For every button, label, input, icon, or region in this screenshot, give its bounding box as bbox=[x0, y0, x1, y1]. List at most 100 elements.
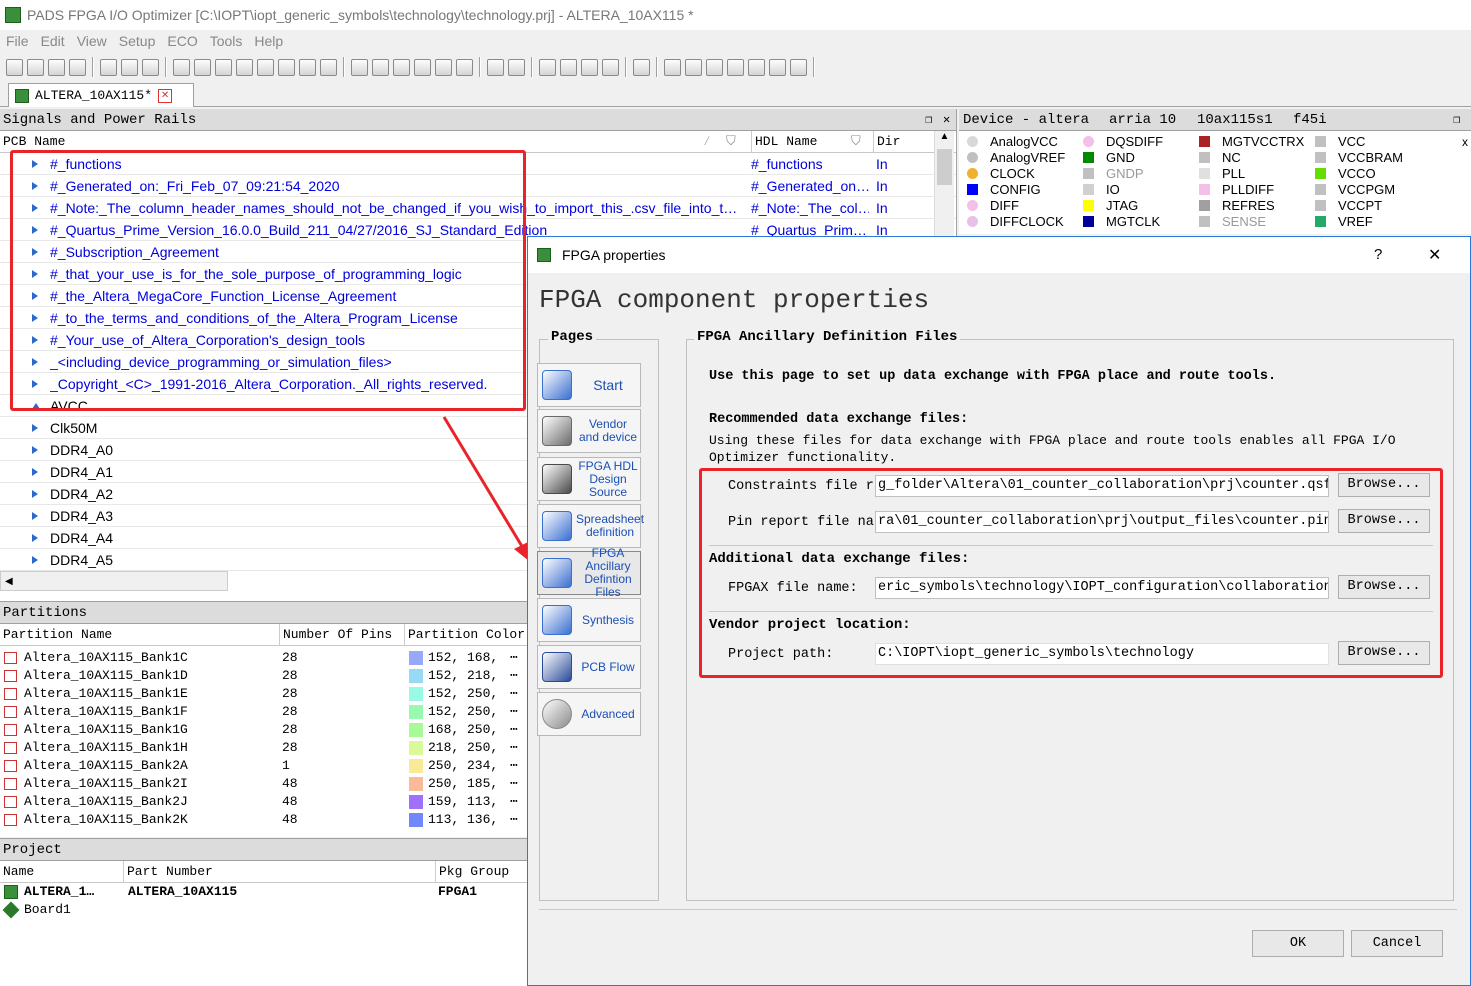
expand-icon[interactable] bbox=[32, 446, 38, 454]
toolbar-button-icon[interactable] bbox=[142, 58, 159, 76]
ok-button[interactable]: OK bbox=[1252, 930, 1344, 957]
partition-row[interactable]: Altera_10AX115_Bank1H 28 218, 250, ⋯ bbox=[0, 739, 527, 757]
scroll-up-icon[interactable]: ▲ bbox=[935, 131, 954, 149]
toolbar-button-icon[interactable] bbox=[727, 58, 744, 76]
toolbar-button-icon[interactable] bbox=[706, 58, 723, 76]
partition-row[interactable]: Altera_10AX115_Bank1F 28 152, 250, ⋯ bbox=[0, 703, 527, 721]
expand-icon[interactable] bbox=[32, 424, 38, 432]
float-icon[interactable]: ❐ bbox=[925, 109, 932, 131]
toolbar-button-icon[interactable] bbox=[487, 58, 504, 76]
toolbar-button-icon[interactable] bbox=[748, 58, 765, 76]
toolbar-button-icon[interactable] bbox=[685, 58, 702, 76]
toolbar-button-icon[interactable] bbox=[664, 58, 681, 76]
toolbar-button-icon[interactable] bbox=[6, 58, 23, 76]
close-panel-icon[interactable]: ✕ bbox=[943, 109, 950, 131]
col-dir[interactable]: Dir bbox=[873, 131, 900, 153]
page-button[interactable]: FPGA HDL Design Source bbox=[537, 457, 641, 501]
toolbar-button-icon[interactable] bbox=[215, 58, 232, 76]
page-button[interactable]: Synthesis bbox=[537, 598, 641, 642]
menu-help[interactable]: Help bbox=[248, 33, 289, 49]
toolbar-button-icon[interactable] bbox=[508, 58, 525, 76]
menu-edit[interactable]: Edit bbox=[35, 33, 71, 49]
toolbar-button-icon[interactable] bbox=[27, 58, 44, 76]
vertical-scrollbar[interactable]: ▲ bbox=[934, 131, 954, 241]
toolbar-button-icon[interactable] bbox=[769, 58, 786, 76]
toolbar-button-icon[interactable] bbox=[581, 58, 598, 76]
expand-icon[interactable] bbox=[32, 556, 38, 564]
col-pkg-group[interactable]: Pkg Group bbox=[435, 861, 509, 883]
filter-icon[interactable]: ⛉ bbox=[726, 131, 736, 153]
more-icon[interactable]: ⋯ bbox=[510, 757, 518, 775]
menu-view[interactable]: View bbox=[71, 33, 113, 49]
page-button[interactable]: FPGA Ancillary Defintion Files bbox=[537, 547, 641, 599]
partition-row[interactable]: Altera_10AX115_Bank1D 28 152, 218, ⋯ bbox=[0, 667, 527, 685]
toolbar-button-icon[interactable] bbox=[435, 58, 452, 76]
col-part-number[interactable]: Part Number bbox=[123, 861, 213, 883]
toolbar-button-icon[interactable] bbox=[320, 58, 337, 76]
more-icon[interactable]: ⋯ bbox=[510, 685, 518, 703]
toolbar-button-icon[interactable] bbox=[278, 58, 295, 76]
toolbar-button-icon[interactable] bbox=[633, 58, 650, 76]
col-name[interactable]: Name bbox=[3, 861, 34, 883]
horizontal-scrollbar[interactable]: ◀ bbox=[0, 571, 228, 591]
toolbar-button-icon[interactable] bbox=[100, 58, 117, 76]
page-button[interactable]: PCB Flow bbox=[537, 645, 641, 689]
more-icon[interactable]: ⋯ bbox=[510, 739, 518, 757]
toolbar-button-icon[interactable] bbox=[602, 58, 619, 76]
more-icon[interactable]: ⋯ bbox=[510, 811, 518, 829]
scroll-thumb[interactable] bbox=[937, 149, 952, 185]
toolbar-button-icon[interactable] bbox=[173, 58, 190, 76]
more-icon[interactable]: ⋯ bbox=[510, 775, 518, 793]
expand-icon[interactable] bbox=[32, 534, 38, 542]
toolbar-button-icon[interactable] bbox=[121, 58, 138, 76]
partition-row[interactable]: Altera_10AX115_Bank1G 28 168, 250, ⋯ bbox=[0, 721, 527, 739]
close-tab-icon[interactable]: ✕ bbox=[158, 88, 173, 103]
document-tab[interactable]: ALTERA_10AX115* ✕ bbox=[8, 83, 194, 107]
more-icon[interactable]: ⋯ bbox=[510, 703, 518, 721]
partition-row[interactable]: Altera_10AX115_Bank1C 28 152, 168, ⋯ bbox=[0, 649, 527, 667]
expand-icon[interactable] bbox=[32, 490, 38, 498]
project-row[interactable]: Board1 bbox=[0, 901, 527, 919]
menu-eco[interactable]: ECO bbox=[161, 33, 203, 49]
col-number-of-pins[interactable]: Number Of Pins bbox=[279, 624, 392, 646]
expand-icon[interactable] bbox=[32, 512, 38, 520]
partition-row[interactable]: Altera_10AX115_Bank2K 48 113, 136, ⋯ bbox=[0, 811, 527, 829]
toolbar-button-icon[interactable] bbox=[790, 58, 807, 76]
more-icon[interactable]: ⋯ bbox=[510, 721, 518, 739]
toolbar-button-icon[interactable] bbox=[236, 58, 253, 76]
more-icon[interactable]: ⋯ bbox=[510, 667, 518, 685]
toolbar-button-icon[interactable] bbox=[69, 58, 86, 76]
partition-row[interactable]: Altera_10AX115_Bank2J 48 159, 113, ⋯ bbox=[0, 793, 527, 811]
filter-icon[interactable]: ⛉ bbox=[851, 131, 861, 153]
partition-row[interactable]: Altera_10AX115_Bank2A 1 250, 234, ⋯ bbox=[0, 757, 527, 775]
toolbar-button-icon[interactable] bbox=[393, 58, 410, 76]
legend-close-button[interactable]: x bbox=[1462, 135, 1468, 149]
page-button[interactable]: Vendor and device bbox=[537, 409, 641, 453]
page-button[interactable]: Spreadsheet definition bbox=[537, 504, 644, 548]
more-icon[interactable]: ⋯ bbox=[510, 793, 518, 811]
page-button[interactable]: Start bbox=[537, 363, 641, 407]
page-button[interactable]: Advanced bbox=[537, 692, 641, 736]
toolbar-button-icon[interactable] bbox=[257, 58, 274, 76]
close-dialog-button[interactable]: ✕ bbox=[1428, 245, 1441, 265]
scroll-left-icon[interactable]: ◀ bbox=[1, 576, 13, 587]
toolbar-button-icon[interactable] bbox=[372, 58, 389, 76]
toolbar-button-icon[interactable] bbox=[299, 58, 316, 76]
menu-tools[interactable]: Tools bbox=[204, 33, 249, 49]
toolbar-button-icon[interactable] bbox=[194, 58, 211, 76]
more-icon[interactable]: ⋯ bbox=[510, 649, 518, 667]
col-hdl-name[interactable]: HDL Name bbox=[751, 131, 817, 153]
toolbar-button-icon[interactable] bbox=[560, 58, 577, 76]
menu-setup[interactable]: Setup bbox=[113, 33, 162, 49]
partition-row[interactable]: Altera_10AX115_Bank2I 48 250, 185, ⋯ bbox=[0, 775, 527, 793]
float-icon[interactable]: ❐ bbox=[1453, 109, 1460, 131]
toolbar-button-icon[interactable] bbox=[414, 58, 431, 76]
toolbar-button-icon[interactable] bbox=[351, 58, 368, 76]
col-partition-name[interactable]: Partition Name bbox=[3, 624, 112, 646]
help-button[interactable]: ? bbox=[1374, 246, 1382, 263]
col-partition-color[interactable]: Partition Color bbox=[404, 624, 525, 646]
toolbar-button-icon[interactable] bbox=[539, 58, 556, 76]
menu-file[interactable]: File bbox=[0, 33, 35, 49]
partition-row[interactable]: Altera_10AX115_Bank1E 28 152, 250, ⋯ bbox=[0, 685, 527, 703]
cancel-button[interactable]: Cancel bbox=[1351, 930, 1443, 957]
